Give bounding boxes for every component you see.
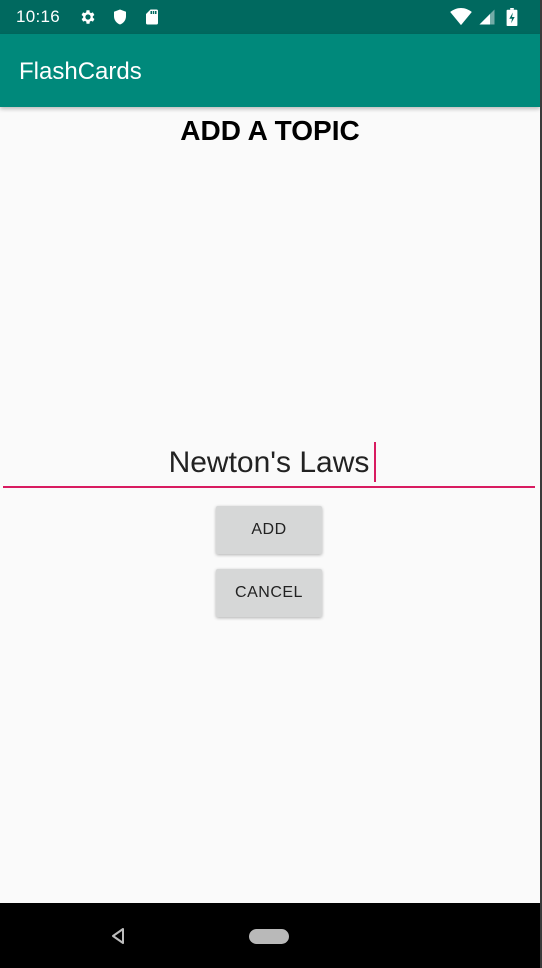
navigation-bar: [0, 903, 540, 968]
page-heading: ADD A TOPIC: [180, 115, 360, 146]
app-bar: FlashCards: [0, 34, 540, 107]
battery-icon: [506, 8, 518, 26]
status-time: 10:16: [16, 7, 61, 26]
add-button[interactable]: ADD: [216, 506, 322, 554]
app-screen: 10:16 FlashCards ADD A TOPIC Newton's La…: [0, 0, 540, 968]
back-icon[interactable]: [110, 927, 126, 945]
status-bar: 10:16: [0, 0, 540, 34]
cell-signal-icon: [478, 8, 496, 26]
cancel-button[interactable]: CANCEL: [216, 569, 322, 617]
settings-icon: [79, 8, 97, 26]
text-cursor: [374, 442, 376, 482]
shield-icon: [111, 8, 129, 26]
sd-card-icon: [143, 8, 161, 26]
app-title: FlashCards: [19, 58, 142, 85]
topic-input[interactable]: [3, 440, 535, 488]
wifi-icon: [450, 8, 472, 26]
home-pill-icon[interactable]: [249, 929, 289, 944]
